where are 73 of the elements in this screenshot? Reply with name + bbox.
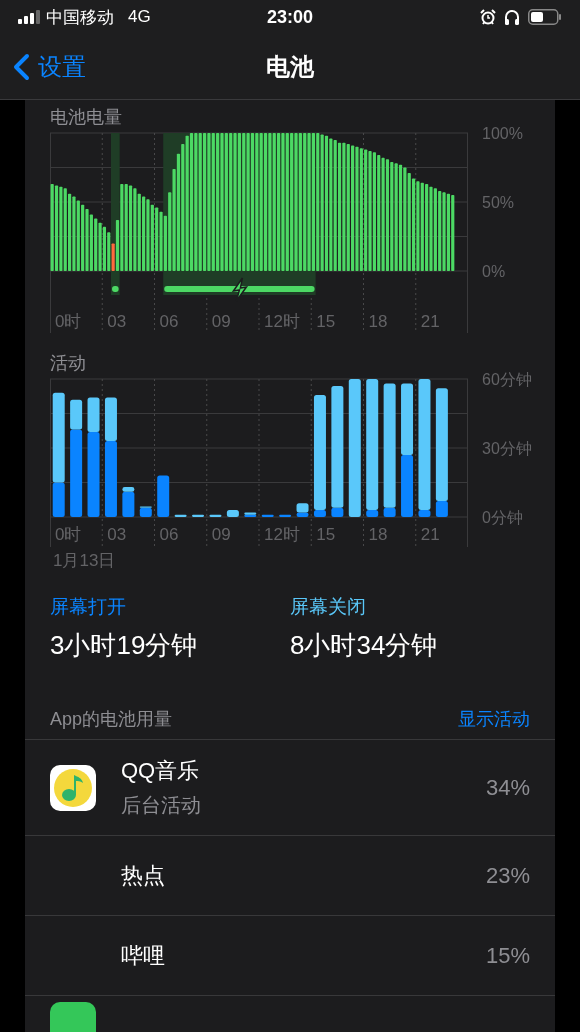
axis-label: 21 <box>420 312 440 331</box>
app-name: 热点 <box>121 861 165 890</box>
back-chevron-icon <box>12 52 30 81</box>
screen-on-bar <box>401 454 414 517</box>
axis-label: 09 <box>211 525 231 544</box>
axis-label: 18 <box>368 525 388 544</box>
axis-label: 03 <box>107 312 127 331</box>
screen-off-bar <box>192 514 205 517</box>
summary-value: 8小时34分钟 <box>290 629 438 662</box>
axis-label: 0分钟 <box>482 509 523 526</box>
axis-label: 60分钟 <box>482 371 532 388</box>
axis-label: 12时 <box>264 525 300 544</box>
screen-on-bar <box>139 507 152 517</box>
screen-on-bar <box>279 514 292 517</box>
signal-icon <box>18 10 40 24</box>
app-detail: 后台活动 <box>121 793 201 818</box>
axis-label: 03 <box>107 525 127 544</box>
axis-label: 12时 <box>264 312 300 331</box>
axis-label: 0时 <box>55 312 82 331</box>
screen-off-bar <box>174 514 187 517</box>
screen-on-bar <box>383 507 396 517</box>
usage-percent: 23% <box>485 862 530 889</box>
screen-on-bar <box>296 512 309 517</box>
screen-off-bar <box>209 514 222 517</box>
axis-label: 18 <box>368 312 388 331</box>
screen-on-bar <box>52 482 65 517</box>
screen-on-bar <box>261 514 274 517</box>
clock-time: 23:00 <box>266 6 313 27</box>
show-activity-link[interactable]: 显示活动 <box>458 707 530 731</box>
date-label: 1月13日 <box>53 550 116 572</box>
carrier-name: 中国移动 <box>46 6 114 29</box>
axis-label: 30分钟 <box>482 440 532 457</box>
low-battery-bar <box>111 243 115 271</box>
app-name: QQ音乐 <box>121 757 200 785</box>
screen-off-bar <box>401 383 414 455</box>
axis-label: 100% <box>482 125 523 142</box>
axis-label: 06 <box>159 312 179 331</box>
page-title: 电池 <box>266 52 314 80</box>
summary-label: 屏幕关闭 <box>290 595 366 619</box>
usage-percent: 34% <box>485 774 530 801</box>
screen-on-bar <box>418 510 431 517</box>
axis-label: 0时 <box>55 525 82 544</box>
headphones-icon <box>504 9 520 25</box>
music-note-icon <box>50 764 96 811</box>
alarm-icon <box>480 9 496 25</box>
screen-on-bar <box>313 510 326 517</box>
summary-value: 3小时19分钟 <box>50 629 198 662</box>
axis-label: 15 <box>316 525 336 544</box>
screen-off-bar <box>87 397 100 432</box>
section-title: 活动 <box>50 352 86 375</box>
screen-off-bar <box>122 487 135 492</box>
back-button[interactable]: 设置 <box>12 50 86 83</box>
battery-icon <box>528 9 562 25</box>
usage-percent: 15% <box>485 942 530 969</box>
screen-on-bar <box>157 475 170 517</box>
screen-off-bar <box>226 510 239 517</box>
app-name: 哔哩 <box>121 941 165 970</box>
axis-label: 0% <box>482 263 506 280</box>
axis-label: 50% <box>482 194 515 211</box>
section-title: App的电池用量 <box>50 708 173 731</box>
screen-off-bar <box>104 397 117 442</box>
section-title: 电池电量 <box>50 106 122 129</box>
axis-label: 09 <box>211 312 231 331</box>
screen-off-bar <box>70 399 83 430</box>
axis-label: 06 <box>159 525 179 544</box>
summary-label: 屏幕打开 <box>50 595 126 619</box>
screen-on-bar <box>331 507 344 517</box>
screen-on-bar <box>122 491 135 517</box>
axis-label: 21 <box>420 525 440 544</box>
screen-on-bar <box>366 510 379 517</box>
axis-label: 15 <box>316 312 336 331</box>
network-type: 4G <box>128 7 151 27</box>
screen-off-bar <box>296 503 309 513</box>
